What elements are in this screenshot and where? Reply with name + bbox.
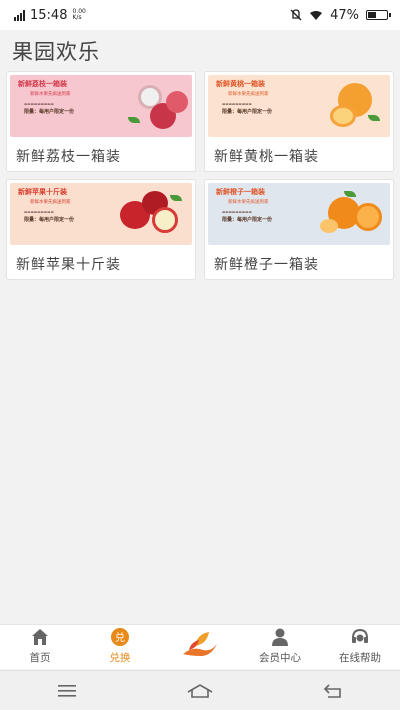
product-banner: 新鲜橙子一箱装 新鲜水果先疯送到家 ▬▬▬▬▬▬▬▬▬ 限量：每用户限定一份	[208, 183, 390, 245]
banner-fine-print: ▬▬▬▬▬▬▬▬▬	[222, 210, 252, 214]
product-title: 新鲜橙子一箱装	[214, 257, 319, 273]
help-icon	[352, 628, 368, 643]
back-button[interactable]	[313, 679, 353, 703]
tab-member-center[interactable]: 会员中心	[240, 625, 320, 669]
peach-image	[330, 105, 356, 127]
product-card-apple[interactable]: 新鲜苹果十斤装 新鲜水果先疯送到家 ▬▬▬▬▬▬▬▬▬ 限量：每用户限定一份 新…	[6, 179, 196, 280]
status-bar: 15:48 0.00 K/s 47%	[0, 0, 400, 30]
tab-label: 首页	[29, 652, 51, 664]
lychee-image	[166, 91, 188, 113]
banner-fine-print: ▬▬▬▬▬▬▬▬▬	[222, 102, 252, 106]
bottom-tab-bar: 首页 兑 兑换 会员中心 在线帮助	[0, 624, 400, 669]
product-title: 新鲜荔枝一箱装	[16, 149, 121, 165]
banner-fine-print: ▬▬▬▬▬▬▬▬▬	[24, 102, 54, 106]
home-nav-icon	[187, 683, 213, 698]
system-nav-bar	[0, 670, 400, 710]
product-banner: 新鲜黄桃一箱装 新鲜水果先疯送到家 ▬▬▬▬▬▬▬▬▬ 限量：每用户限定一份	[208, 75, 390, 137]
network-speed: 0.00 K/s	[72, 8, 86, 21]
tab-label: 在线帮助	[339, 652, 381, 664]
product-banner: 新鲜荔枝一箱装 新鲜水果先疯送到家 ▬▬▬▬▬▬▬▬▬ 限量：每用户限定一份	[10, 75, 192, 137]
product-title: 新鲜黄桃一箱装	[214, 149, 319, 165]
hand-leaf-icon	[183, 632, 217, 656]
back-icon	[324, 683, 342, 698]
member-icon	[272, 628, 288, 646]
product-card-yellow-peach[interactable]: 新鲜黄桃一箱装 新鲜水果先疯送到家 ▬▬▬▬▬▬▬▬▬ 限量：每用户限定一份 新…	[204, 71, 394, 172]
banner-fine-print: ▬▬▬▬▬▬▬▬▬	[24, 210, 54, 214]
tab-exchange[interactable]: 兑 兑换	[80, 625, 160, 669]
tab-label: 会员中心	[259, 652, 301, 664]
banner-headline: 新鲜荔枝一箱装	[18, 80, 67, 88]
leaf-image	[368, 115, 380, 121]
tab-online-help[interactable]: 在线帮助	[320, 625, 400, 669]
home-button[interactable]	[180, 679, 220, 703]
leaf-image	[128, 117, 140, 123]
wifi-icon	[310, 10, 323, 20]
mute-icon	[290, 9, 302, 21]
product-title: 新鲜苹果十斤装	[16, 257, 121, 273]
battery-level	[368, 12, 377, 18]
orange-image	[354, 203, 382, 231]
menu-button[interactable]	[47, 679, 87, 703]
product-grid: 新鲜荔枝一箱装 新鲜水果先疯送到家 ▬▬▬▬▬▬▬▬▬ 限量：每用户限定一份 新…	[6, 71, 394, 280]
orange-image	[320, 219, 338, 233]
battery-percent: 47%	[330, 7, 359, 23]
status-time: 15:48	[30, 7, 68, 23]
tab-label: 兑换	[109, 652, 131, 664]
exchange-icon: 兑	[111, 628, 129, 646]
svg-text:兑: 兑	[115, 631, 125, 644]
tab-home[interactable]: 首页	[0, 625, 80, 669]
tab-center[interactable]	[160, 625, 240, 669]
signal-icon	[14, 9, 25, 21]
apple-image	[152, 207, 178, 233]
page-title: 果园欢乐	[12, 40, 100, 64]
battery-icon	[366, 10, 391, 20]
menu-icon	[57, 684, 76, 697]
product-card-orange[interactable]: 新鲜橙子一箱装 新鲜水果先疯送到家 ▬▬▬▬▬▬▬▬▬ 限量：每用户限定一份 新…	[204, 179, 394, 280]
banner-headline: 新鲜橙子一箱装	[216, 188, 265, 196]
product-banner: 新鲜苹果十斤装 新鲜水果先疯送到家 ▬▬▬▬▬▬▬▬▬ 限量：每用户限定一份	[10, 183, 192, 245]
home-icon	[32, 629, 48, 645]
product-card-lychee[interactable]: 新鲜荔枝一箱装 新鲜水果先疯送到家 ▬▬▬▬▬▬▬▬▬ 限量：每用户限定一份 新…	[6, 71, 196, 172]
